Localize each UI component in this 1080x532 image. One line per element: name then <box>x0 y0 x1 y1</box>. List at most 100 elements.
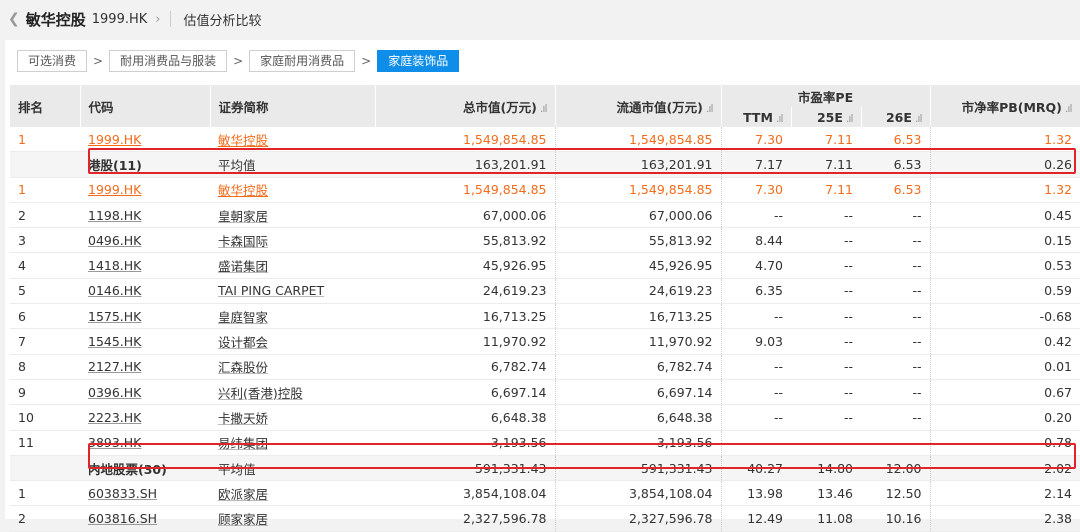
table-row[interactable]: 8 2127.HK 汇森股份 6,782.74 6,782.74 -- -- -- 0.01 <box>10 354 1080 380</box>
header-pe-ttm[interactable]: TTM .ıl <box>721 107 792 127</box>
cell-code: 2127.HK <box>80 354 210 380</box>
table-row[interactable]: 7 1545.HK 设计都会 11,970.92 11,970.92 9.03 -- -- 0.… <box>10 328 1080 355</box>
stock-name-link[interactable]: 卡森国际 <box>218 234 268 249</box>
stock-code-link[interactable]: 0146.HK <box>88 283 141 298</box>
bar-chart-sort-icon[interactable]: .ıl <box>540 102 548 115</box>
stock-name-link[interactable]: 欧派家居 <box>218 487 268 502</box>
cell-pe-25e: 7.11 <box>791 177 861 203</box>
cell-code: 2223.HK <box>80 404 210 431</box>
header-rank[interactable]: 排名 <box>10 85 81 127</box>
cell-mktcap-value: 6,697.14 <box>490 384 547 400</box>
stock-name-link[interactable]: 敏华控股 <box>218 183 268 198</box>
breadcrumb-item-home-decor[interactable]: 家庭装饰品 <box>377 50 460 72</box>
cell-name: 欧派家居 <box>210 480 375 507</box>
cell-rank-value: 4 <box>18 258 26 274</box>
bar-chart-sort-icon[interactable]: .ıl <box>846 112 854 125</box>
cell-code: 内地股票(30) <box>80 455 210 482</box>
cell-mktcap: 163,201.91 <box>375 151 556 178</box>
cell-pe-ttm-value: 4.70 <box>755 258 783 274</box>
cell-pb: 0.67 <box>930 379 1080 406</box>
table-row[interactable]: 2 1198.HK 皇朝家居 67,000.06 67,000.06 -- -- -- 0.45 <box>10 202 1080 229</box>
stock-code-link[interactable]: 1999.HK <box>88 132 141 147</box>
stock-name-link[interactable]: 盛诺集团 <box>218 259 268 274</box>
bar-chart-sort-icon[interactable]: .ıl <box>1065 102 1073 115</box>
cell-pe-ttm-value: 6.35 <box>755 283 783 299</box>
stock-name-link[interactable]: 顾家家居 <box>218 512 268 527</box>
stock-name-link[interactable]: 易纬集团 <box>218 436 268 451</box>
chevron-left-icon[interactable]: ❮ <box>8 11 20 27</box>
cell-name: TAI PING CARPET <box>210 278 375 305</box>
stock-code-link[interactable]: 2127.HK <box>88 359 141 374</box>
table-row[interactable]: 9 0396.HK 兴利(香港)控股 6,697.14 6,697.14 -- -- -- 0.… <box>10 379 1080 406</box>
stock-code-link[interactable]: 603833.SH <box>88 486 157 501</box>
table-row[interactable]: 10 2223.HK 卡撒天娇 6,648.38 6,648.38 -- -- -- 0.20 <box>10 404 1080 431</box>
cell-rank-value: 7 <box>18 334 26 350</box>
header-pb[interactable]: 市净率PB(MRQ) .ıl <box>930 85 1080 127</box>
cell-rank: 1 <box>10 127 80 153</box>
breadcrumb-item-durables[interactable]: 耐用消费品与服装 <box>109 50 228 72</box>
bar-chart-sort-icon[interactable]: .ıl <box>776 112 784 125</box>
bar-chart-sort-icon[interactable]: .ıl <box>706 102 714 115</box>
stock-code-link[interactable]: 0396.HK <box>88 385 141 400</box>
stock-name-link[interactable]: 皇庭智家 <box>218 310 268 325</box>
bar-chart-sort-icon[interactable]: .ıl <box>915 112 923 125</box>
cell-code: 0146.HK <box>80 278 210 305</box>
stock-name-link[interactable]: 设计都会 <box>218 335 268 350</box>
cell-pb-value: 1.32 <box>1044 182 1073 198</box>
cell-float-cap-value: 163,201.91 <box>640 156 713 172</box>
stock-name[interactable]: 敏华控股 <box>26 9 86 30</box>
stock-name-link[interactable]: 汇森股份 <box>218 360 268 375</box>
average-row[interactable]: 港股(11) 平均值 163,201.91 163,201.91 7.17 7.11 6.5… <box>10 151 1080 178</box>
stock-code-link[interactable]: 1575.HK <box>88 309 141 324</box>
cell-code: 1198.HK <box>80 202 210 229</box>
breadcrumb-item-household[interactable]: 家庭耐用消费品 <box>249 50 356 72</box>
cell-float-cap-value: 6,782.74 <box>656 359 713 375</box>
cell-pb: 0.26 <box>930 151 1080 178</box>
stock-name-link[interactable]: 兴利(香港)控股 <box>218 386 303 401</box>
header-float-cap[interactable]: 流通市值(万元) .ıl <box>555 85 722 127</box>
stock-code-link[interactable]: 1545.HK <box>88 334 141 349</box>
stock-code-link[interactable]: 3893.HK <box>88 435 141 450</box>
header-pe-group: 市盈率PE <box>721 85 931 107</box>
header-mktcap[interactable]: 总市值(万元) .ıl <box>375 85 556 127</box>
cell-code: 1999.HK <box>80 127 210 153</box>
stock-name-link[interactable]: 卡撒天娇 <box>218 411 268 426</box>
stock-code-link[interactable]: 2223.HK <box>88 410 141 425</box>
table-row[interactable]: 6 1575.HK 皇庭智家 16,713.25 16,713.25 -- -- -- -0.6… <box>10 303 1080 330</box>
cell-rank: 10 <box>10 404 80 431</box>
header-code[interactable]: 代码 <box>80 85 211 127</box>
table-row[interactable]: 5 0146.HK TAI PING CARPET 24,619.23 24,619.2… <box>10 278 1080 305</box>
cell-code: 1575.HK <box>80 303 210 330</box>
stock-name-link[interactable]: 皇朝家居 <box>218 209 268 224</box>
cell-pe-26e-value: -- <box>912 409 922 425</box>
cell-name: 皇朝家居 <box>210 202 375 229</box>
cell-pe-26e-value: -- <box>912 308 922 324</box>
cell-name-value: 平均值 <box>218 461 256 477</box>
cell-pe-ttm-value: 7.30 <box>755 182 783 198</box>
header-name[interactable]: 证券简称 <box>210 85 376 127</box>
table-row[interactable]: 3 0496.HK 卡森国际 55,813.92 55,813.92 8.44 -- -- 0.… <box>10 227 1080 254</box>
header-pe-26e[interactable]: 26E .ıl <box>861 107 931 127</box>
table-row[interactable]: 11 3893.HK 易纬集团 3,193.56 3,193.56 -- -- -- -0.78 <box>10 430 1080 456</box>
stock-code[interactable]: 1999.HK <box>92 12 148 27</box>
chevron-right-icon[interactable]: › <box>155 12 160 27</box>
stock-code-link[interactable]: 1198.HK <box>88 208 141 223</box>
header-pe-25e[interactable]: 25E .ıl <box>791 107 862 127</box>
cell-pe-25e: -- <box>791 303 861 330</box>
stock-code-link[interactable]: 1418.HK <box>88 258 141 273</box>
cell-float-cap-value: 3,193.56 <box>656 435 713 451</box>
table-row[interactable]: 4 1418.HK 盛诺集团 45,926.95 45,926.95 4.70 -- -- 0.… <box>10 252 1080 279</box>
stock-code-link[interactable]: 1999.HK <box>88 182 141 197</box>
stock-code-link[interactable]: 0496.HK <box>88 233 141 248</box>
average-row[interactable]: 内地股票(30) 平均值 591,331.43 591,331.43 40.27 14.8… <box>10 455 1080 482</box>
table-row[interactable]: 1 1999.HK 敏华控股 1,549,854.85 1,549,854.85 7.30… <box>10 127 1080 153</box>
cell-pe-26e-value: -- <box>912 207 922 223</box>
cell-rank-value: 2 <box>18 207 26 223</box>
cell-pe-25e-value: 7.11 <box>825 131 853 147</box>
stock-name-link[interactable]: TAI PING CARPET <box>218 283 324 298</box>
table-row[interactable]: 1 603833.SH 欧派家居 3,854,108.04 3,854,108.04 13… <box>10 480 1080 507</box>
breadcrumb-item-consumer[interactable]: 可选消费 <box>17 50 88 72</box>
stock-name-link[interactable]: 敏华控股 <box>218 133 268 148</box>
table-row[interactable]: 1 1999.HK 敏华控股 1,549,854.85 1,549,854.85 7.30… <box>10 177 1080 203</box>
cell-pe-26e: -- <box>861 404 931 431</box>
